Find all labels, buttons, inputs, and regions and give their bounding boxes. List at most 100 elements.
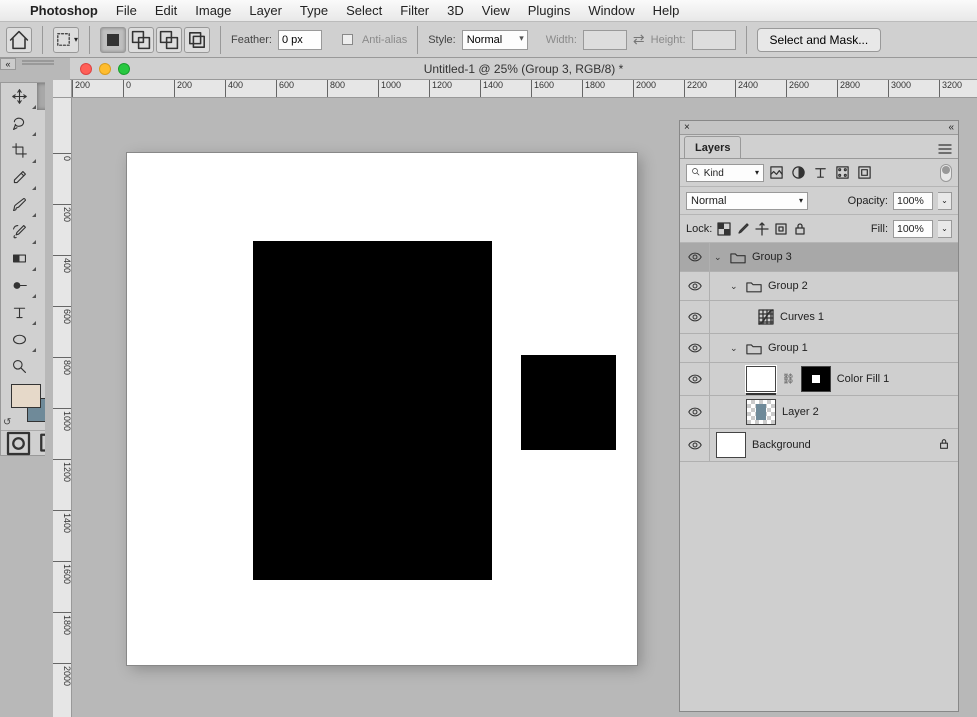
menu-filter[interactable]: Filter bbox=[400, 3, 429, 18]
layer-name[interactable]: Layer 2 bbox=[782, 406, 819, 418]
disclosure-icon[interactable]: ⌄ bbox=[730, 281, 740, 292]
move-tool[interactable] bbox=[1, 83, 37, 110]
visibility-icon[interactable] bbox=[688, 312, 702, 322]
layer-name[interactable]: Group 3 bbox=[752, 251, 792, 263]
history-brush-tool[interactable] bbox=[1, 218, 37, 245]
fill-dropdown-icon[interactable]: ⌄ bbox=[938, 220, 952, 238]
lasso-tool[interactable] bbox=[1, 110, 37, 137]
minimize-window-button[interactable] bbox=[99, 63, 111, 75]
dodge-tool[interactable] bbox=[1, 272, 37, 299]
menu-type[interactable]: Type bbox=[300, 3, 328, 18]
menu-select[interactable]: Select bbox=[346, 3, 382, 18]
visibility-icon[interactable] bbox=[688, 281, 702, 291]
shape-tool[interactable] bbox=[1, 326, 37, 353]
lock-position-icon[interactable] bbox=[755, 222, 769, 236]
ruler-origin[interactable] bbox=[53, 80, 72, 98]
filter-adjustment-icon[interactable] bbox=[791, 165, 806, 180]
layer-thumbnail[interactable] bbox=[716, 432, 746, 458]
foreground-color-swatch[interactable] bbox=[11, 384, 41, 408]
panel-collapse-icon[interactable]: « bbox=[948, 122, 954, 133]
filter-smartobject-icon[interactable] bbox=[857, 165, 872, 180]
visibility-icon[interactable] bbox=[688, 440, 702, 450]
layers-tab[interactable]: Layers bbox=[684, 136, 741, 158]
menu-plugins[interactable]: Plugins bbox=[528, 3, 571, 18]
zoom-tool[interactable] bbox=[1, 353, 37, 380]
layer-row-background[interactable]: Background bbox=[680, 429, 958, 462]
intersect-selection-button[interactable] bbox=[184, 27, 210, 53]
layer-mask-thumbnail[interactable] bbox=[801, 366, 831, 392]
layer-thumbnail[interactable] bbox=[746, 399, 776, 425]
disclosure-icon[interactable]: ⌄ bbox=[714, 252, 724, 263]
new-selection-button[interactable] bbox=[100, 27, 126, 53]
quick-mask-button[interactable] bbox=[1, 431, 36, 455]
visibility-icon[interactable] bbox=[688, 374, 702, 384]
filter-toggle[interactable] bbox=[940, 164, 952, 182]
filter-type-icon[interactable] bbox=[813, 165, 828, 180]
crop-tool[interactable] bbox=[1, 137, 37, 164]
panel-close-icon[interactable]: × bbox=[684, 122, 690, 133]
select-and-mask-button[interactable]: Select and Mask... bbox=[757, 28, 882, 52]
filter-shape-icon[interactable] bbox=[835, 165, 850, 180]
layer-row-group3[interactable]: ⌄ Group 3 bbox=[680, 243, 958, 272]
opacity-dropdown-icon[interactable]: ⌄ bbox=[938, 192, 952, 210]
layer-row-colorfill1[interactable]: ⛓ Color Fill 1 bbox=[680, 363, 958, 396]
toolbar-grip-icon[interactable] bbox=[22, 60, 54, 68]
swap-colors-icon[interactable]: ↺ bbox=[3, 417, 11, 428]
layer-row-group1[interactable]: ⌄ Group 1 bbox=[680, 334, 958, 363]
layer-name[interactable]: Background bbox=[752, 439, 811, 451]
app-name[interactable]: Photoshop bbox=[30, 3, 98, 18]
menu-image[interactable]: Image bbox=[195, 3, 231, 18]
tool-preset-picker[interactable]: ▾ bbox=[53, 27, 79, 53]
add-to-selection-button[interactable] bbox=[128, 27, 154, 53]
vertical-ruler[interactable]: 0200400600800100012001400160018002000 bbox=[53, 98, 72, 717]
canvas[interactable] bbox=[127, 153, 637, 665]
feather-label: Feather: bbox=[231, 34, 272, 46]
lock-all-icon[interactable] bbox=[793, 222, 807, 236]
layer-name[interactable]: Group 1 bbox=[768, 342, 808, 354]
lock-artboard-icon[interactable] bbox=[774, 222, 788, 236]
layer-row-curves1[interactable]: Curves 1 bbox=[680, 301, 958, 334]
layer-row-group2[interactable]: ⌄ Group 2 bbox=[680, 272, 958, 301]
horizontal-ruler[interactable]: 2000200400600800100012001400160018002000… bbox=[72, 80, 977, 98]
opacity-input[interactable]: 100% bbox=[893, 192, 933, 210]
menu-edit[interactable]: Edit bbox=[155, 3, 177, 18]
document-title: Untitled-1 @ 25% (Group 3, RGB/8) * bbox=[130, 62, 977, 76]
visibility-icon[interactable] bbox=[688, 407, 702, 417]
gradient-tool[interactable] bbox=[1, 245, 37, 272]
style-select[interactable]: Normal bbox=[462, 30, 528, 50]
layer-name[interactable]: Group 2 bbox=[768, 280, 808, 292]
layer-thumbnail[interactable] bbox=[746, 366, 776, 392]
menu-file[interactable]: File bbox=[116, 3, 137, 18]
layer-filter-kind-select[interactable]: Kind▾ bbox=[686, 164, 764, 182]
close-window-button[interactable] bbox=[80, 63, 92, 75]
link-mask-icon[interactable]: ⛓ bbox=[782, 374, 795, 385]
lock-transparency-icon[interactable] bbox=[717, 222, 731, 236]
fill-label: Fill: bbox=[871, 223, 888, 235]
menu-help[interactable]: Help bbox=[653, 3, 680, 18]
panel-menu-icon[interactable] bbox=[938, 143, 952, 158]
curves-adjustment-icon[interactable] bbox=[758, 309, 774, 325]
disclosure-icon[interactable]: ⌄ bbox=[730, 343, 740, 354]
layer-row-layer2[interactable]: Layer 2 bbox=[680, 396, 958, 429]
lock-pixels-icon[interactable] bbox=[736, 222, 750, 236]
layer-name[interactable]: Color Fill 1 bbox=[837, 373, 890, 385]
fill-input[interactable]: 100% bbox=[893, 220, 933, 238]
layer-name[interactable]: Curves 1 bbox=[780, 311, 824, 323]
menu-window[interactable]: Window bbox=[588, 3, 634, 18]
menu-3d[interactable]: 3D bbox=[447, 3, 464, 18]
subtract-from-selection-button[interactable] bbox=[156, 27, 182, 53]
blend-mode-select[interactable]: Normal▾ bbox=[686, 192, 808, 210]
feather-input[interactable] bbox=[278, 30, 322, 50]
visibility-icon[interactable] bbox=[688, 343, 702, 353]
zoom-window-button[interactable] bbox=[118, 63, 130, 75]
menu-view[interactable]: View bbox=[482, 3, 510, 18]
visibility-icon[interactable] bbox=[688, 252, 702, 262]
collapse-toolbar-icon[interactable]: « bbox=[0, 58, 16, 70]
home-button[interactable] bbox=[6, 27, 32, 53]
brush-tool[interactable] bbox=[1, 191, 37, 218]
antialias-label: Anti-alias bbox=[362, 34, 407, 46]
type-tool[interactable] bbox=[1, 299, 37, 326]
filter-pixel-icon[interactable] bbox=[769, 165, 784, 180]
eyedropper-tool[interactable] bbox=[1, 164, 37, 191]
menu-layer[interactable]: Layer bbox=[249, 3, 282, 18]
